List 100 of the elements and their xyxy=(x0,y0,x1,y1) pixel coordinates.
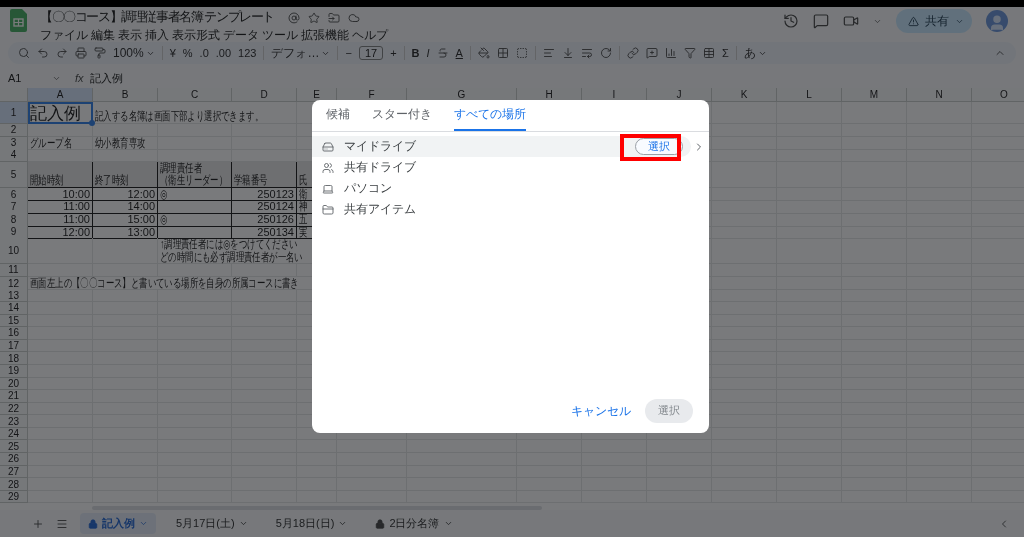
cancel-button[interactable]: キャンセル xyxy=(571,402,631,420)
grid-cell[interactable]: 250124 xyxy=(232,200,297,214)
functions-button[interactable]: Σ xyxy=(721,47,729,59)
add-comment-icon[interactable] xyxy=(645,47,658,59)
grid-cell[interactable]: ◎ xyxy=(158,187,232,202)
borders-icon[interactable] xyxy=(496,47,509,59)
grid-cell[interactable]: 調理責任者 （衛生リーダー） xyxy=(158,161,232,188)
row-header[interactable]: 2 xyxy=(0,124,28,137)
font-select[interactable]: デフォ… xyxy=(271,44,331,62)
grid-cell[interactable]: 10:00 xyxy=(28,187,93,202)
grid-cell[interactable]: 250134 xyxy=(232,225,297,240)
share-button[interactable]: 共有 xyxy=(896,9,972,33)
location-item[interactable]: パソコン xyxy=(312,178,691,199)
grid-cell[interactable]: 12:00 xyxy=(93,187,158,202)
select-button[interactable]: 選択 xyxy=(635,138,683,155)
location-item[interactable]: 共有アイテム xyxy=(312,199,691,220)
fill-handle[interactable] xyxy=(89,120,95,126)
vertical-align-icon[interactable] xyxy=(561,47,574,59)
table-view-icon[interactable] xyxy=(702,47,715,59)
text-color-button[interactable]: A xyxy=(455,47,463,59)
font-size-field[interactable]: 17 xyxy=(358,46,384,60)
menu-item[interactable]: 挿入 xyxy=(145,27,169,44)
star-icon[interactable] xyxy=(308,11,321,24)
column-header[interactable]: C xyxy=(158,88,232,102)
dialog-tab[interactable]: すべての場所 xyxy=(454,100,526,131)
grid-cell[interactable]: 記入する名簿は画面下部より選択できます。 xyxy=(93,102,297,124)
video-call-icon[interactable] xyxy=(843,13,859,29)
column-header[interactable]: M xyxy=(842,88,907,102)
grid-cell[interactable]: 15:00 xyxy=(93,212,158,227)
dialog-tab[interactable]: スター付き xyxy=(372,100,432,131)
column-header[interactable]: A xyxy=(28,88,93,102)
number-format-button[interactable]: 123 xyxy=(238,47,257,59)
column-header[interactable]: B xyxy=(93,88,158,102)
dialog-tab[interactable]: 候補 xyxy=(326,100,350,131)
grid-cell[interactable]: 学籍番号 xyxy=(232,161,297,188)
history-icon[interactable] xyxy=(783,13,799,29)
column-header[interactable]: O xyxy=(972,88,1024,102)
name-box[interactable]: A1 xyxy=(8,72,46,84)
menu-item[interactable]: ファイル xyxy=(40,27,88,44)
currency-button[interactable]: ¥ xyxy=(169,47,176,59)
menu-item[interactable]: 表示形式 xyxy=(172,27,220,44)
grid-cell[interactable]: ◎ xyxy=(158,212,232,227)
corner-cell[interactable] xyxy=(0,88,28,102)
grid-cell[interactable]: 250123 xyxy=(232,187,297,202)
sheet-tab[interactable]: 5月18日(日) xyxy=(267,513,356,534)
merge-cells-icon[interactable] xyxy=(515,47,528,59)
font-size-increase-button[interactable]: + xyxy=(390,47,397,59)
menu-item[interactable]: ツール xyxy=(262,27,298,44)
input-tools-select[interactable]: あ xyxy=(743,44,767,62)
column-header[interactable]: D xyxy=(232,88,297,102)
selected-cell[interactable]: 記入例 xyxy=(28,102,93,124)
font-size-decrease-button[interactable]: − xyxy=(345,47,352,59)
chart-icon[interactable] xyxy=(664,47,677,59)
menu-item[interactable]: 表示 xyxy=(118,27,142,44)
text-rotate-icon[interactable] xyxy=(599,47,612,59)
row-header[interactable]: 11 xyxy=(0,264,28,277)
filter-icon[interactable] xyxy=(683,47,696,59)
fill-color-icon[interactable] xyxy=(477,47,490,59)
at-sign-icon[interactable] xyxy=(288,11,301,24)
row-header[interactable]: 4 xyxy=(0,149,28,162)
zoom-select[interactable]: 100% xyxy=(113,46,155,60)
grid-cell[interactable]: 終了時刻 xyxy=(93,161,158,188)
move-folder-icon[interactable] xyxy=(328,11,341,24)
column-header[interactable]: E xyxy=(297,88,337,102)
grid-cell[interactable] xyxy=(158,225,232,240)
italic-button[interactable]: I xyxy=(426,47,430,59)
row-header[interactable]: 13 xyxy=(0,289,28,302)
comment-icon[interactable] xyxy=(813,13,829,29)
location-item[interactable]: 共有ドライブ xyxy=(312,157,691,178)
row-header[interactable]: 21 xyxy=(0,390,28,403)
row-header[interactable]: 28 xyxy=(0,478,28,491)
row-header[interactable]: 16 xyxy=(0,327,28,340)
menu-item[interactable]: 編集 xyxy=(91,27,115,44)
bold-button[interactable]: B xyxy=(411,47,420,59)
column-header[interactable]: N xyxy=(907,88,972,102)
menu-item[interactable]: データ xyxy=(223,27,259,44)
paint-format-icon[interactable] xyxy=(94,47,106,59)
grid-cell[interactable]: 開始時刻 xyxy=(28,161,93,188)
link-icon[interactable] xyxy=(626,47,639,59)
sheet-tab[interactable]: 記入例 xyxy=(80,513,156,534)
grid-cell[interactable]: グループ名 xyxy=(28,136,93,151)
decimal-increase-button[interactable]: .00 xyxy=(215,47,232,59)
grid-cell[interactable]: 250126 xyxy=(232,212,297,227)
grid-cell[interactable]: 12:00 xyxy=(28,225,93,240)
avatar[interactable] xyxy=(986,10,1008,32)
sheet-tab[interactable]: 2日分名簿 xyxy=(367,513,461,534)
row-header[interactable]: 23 xyxy=(0,415,28,428)
grid-cell[interactable] xyxy=(158,200,232,214)
row-header[interactable]: 18 xyxy=(0,352,28,365)
menu-item[interactable]: 拡張機能 xyxy=(301,27,349,44)
grid-cell[interactable]: 幼小教育専攻 xyxy=(93,136,158,151)
redo-icon[interactable] xyxy=(56,47,68,59)
wrap-text-icon[interactable] xyxy=(580,47,593,59)
sheet-tab[interactable]: 5月17日(土) xyxy=(168,513,256,534)
add-sheet-icon[interactable] xyxy=(32,517,44,530)
decimal-decrease-button[interactable]: .0 xyxy=(199,47,209,59)
grid-cell[interactable]: 11:00 xyxy=(28,212,93,227)
search-icon[interactable] xyxy=(18,47,30,59)
undo-icon[interactable] xyxy=(37,47,49,59)
align-left-icon[interactable] xyxy=(542,47,555,59)
